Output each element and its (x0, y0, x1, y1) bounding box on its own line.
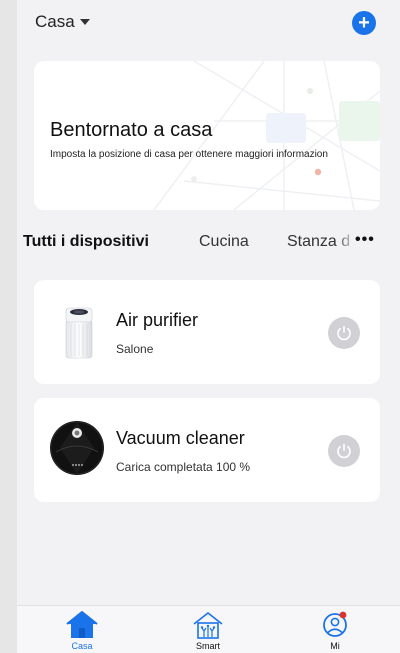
nav-label-smart: Smart (195, 641, 220, 651)
add-device-button[interactable]: + (352, 11, 376, 35)
nav-smart[interactable]: Smart (178, 610, 238, 651)
home-name: Casa (35, 12, 75, 31)
welcome-subtitle: Imposta la posizione di casa per ottener… (50, 149, 328, 160)
more-tabs-icon[interactable]: ••• (355, 231, 375, 249)
smart-home-icon (193, 612, 223, 639)
tab-all-devices[interactable]: Tutti i dispositivi (23, 233, 149, 251)
nav-casa[interactable]: Casa (52, 610, 112, 651)
power-button[interactable] (328, 435, 360, 467)
device-status: Carica completata 100 % (116, 460, 251, 474)
power-icon (337, 325, 351, 341)
power-icon (337, 443, 351, 459)
device-name: Air purifier (116, 310, 199, 330)
notification-badge (339, 611, 347, 619)
nav-label-mi: Mi (330, 641, 340, 651)
welcome-title: Bentornato a casa (50, 119, 213, 141)
home-selector[interactable]: Casa (35, 12, 90, 32)
profile-icon (323, 611, 347, 637)
room-tabs: Tutti i dispositivi Cucina Stanza d ••• (17, 231, 400, 257)
plus-icon: + (358, 12, 370, 34)
app-screen: Casa + Bentornato a casa Imposta la posi… (17, 0, 400, 653)
device-room: Salone (116, 342, 154, 356)
device-name: Vacuum cleaner (116, 428, 245, 448)
tabs-fade (335, 233, 357, 257)
device-card-vacuum-cleaner[interactable]: Vacuum cleaner Carica completata 100 % (34, 398, 380, 502)
nav-mi[interactable]: Mi (305, 610, 365, 651)
bottom-navigation: Casa Smart Mi (17, 605, 400, 653)
caret-down-icon (79, 19, 90, 25)
robot-vacuum-icon (50, 421, 104, 475)
device-card-air-purifier[interactable]: Air purifier Salone (34, 280, 380, 384)
power-button[interactable] (328, 317, 360, 349)
welcome-card[interactable]: Bentornato a casa Imposta la posizione d… (34, 61, 380, 210)
air-purifier-icon (65, 307, 93, 359)
nav-label-casa: Casa (71, 641, 93, 651)
home-icon (66, 611, 98, 638)
tab-kitchen[interactable]: Cucina (199, 233, 249, 251)
